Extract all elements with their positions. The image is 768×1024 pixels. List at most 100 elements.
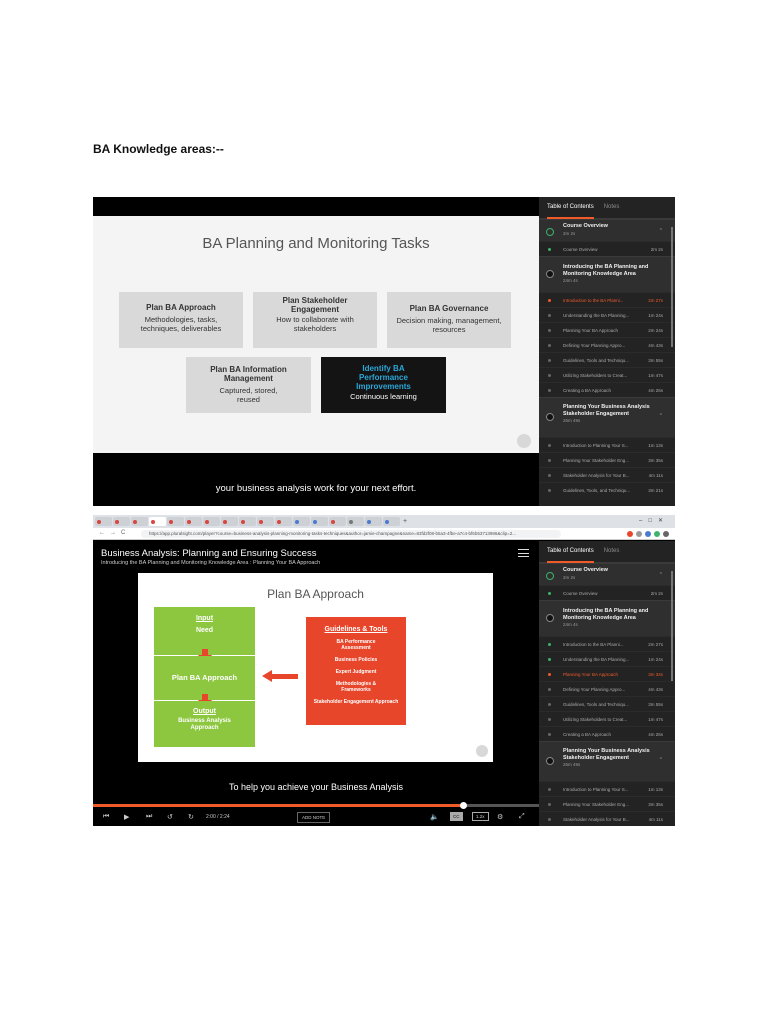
clip-item[interactable]: Introduction to Planning Your S... 1m 13s: [539, 781, 675, 796]
window-controls[interactable]: –□✕: [639, 517, 669, 524]
browser-tab[interactable]: [293, 517, 310, 526]
skip-back-icon[interactable]: ⏮: [103, 813, 109, 821]
clip-item[interactable]: Creating a BA Approach 4m 26s: [539, 726, 675, 741]
tab-table-of-contents[interactable]: Table of Contents: [547, 548, 594, 563]
play-icon[interactable]: ▶: [124, 813, 129, 821]
playback-speed-button[interactable]: 1.2x: [472, 812, 489, 821]
box-plan-ba-approach: Plan BA Approach Methodologies, tasks, t…: [119, 292, 243, 348]
document-heading: BA Knowledge areas:--: [93, 142, 224, 156]
browser-tab[interactable]: [347, 517, 364, 526]
browser-tab[interactable]: [131, 517, 148, 526]
browser-tab-bar: + –□✕: [93, 515, 675, 528]
clip-item[interactable]: Stakeholder Analysis for Your B... 4m 11s: [539, 467, 675, 482]
browser-tab-active[interactable]: [149, 517, 166, 526]
browser-tab[interactable]: [95, 517, 112, 526]
tab-notes[interactable]: Notes: [604, 548, 620, 562]
clip-item[interactable]: Course Overview 2m 2s: [539, 585, 675, 600]
browser-tab[interactable]: [221, 517, 238, 526]
browser-tab[interactable]: [185, 517, 202, 526]
favicon-icon: [385, 519, 389, 524]
toc-scrollbar[interactable]: [671, 571, 673, 681]
browser-tab[interactable]: [239, 517, 256, 526]
input-box: Input Need: [154, 607, 255, 655]
chevron-up-icon[interactable]: ⌃: [659, 757, 663, 763]
clip-item[interactable]: Stakeholder Analysis for Your B... 4m 11s: [539, 811, 675, 826]
closed-captions-button[interactable]: CC: [450, 812, 463, 821]
clip-item[interactable]: Understanding the BA Planning... 1m 24s: [539, 651, 675, 666]
clip-time: 1m 24s: [648, 313, 663, 318]
clip-item[interactable]: Guidelines, Tools and Techniqu... 3m 55s: [539, 696, 675, 711]
new-tab-button[interactable]: +: [403, 518, 407, 525]
replay-icon[interactable]: [476, 745, 488, 757]
add-note-button[interactable]: ADD NOTE: [297, 812, 331, 823]
slide-plan-ba-approach: Plan BA Approach Input Need Plan BA Appr…: [138, 573, 493, 762]
module-course-overview[interactable]: Course Overview 2m 2s ⌃: [539, 563, 675, 585]
extension-icon[interactable]: [645, 531, 651, 537]
clip-item[interactable]: Defining Your Planning Appro... 4m 43s: [539, 681, 675, 696]
fullscreen-icon[interactable]: ⤢: [519, 813, 525, 821]
tab-table-of-contents[interactable]: Table of Contents: [547, 204, 594, 219]
clip-item[interactable]: Utilizing Stakeholders to Creat... 1m 47s: [539, 367, 675, 382]
browser-nav-icons[interactable]: ←→C: [99, 530, 130, 536]
progress-thumb[interactable]: [459, 802, 467, 809]
clip-item-current[interactable]: Planning Your BA Approach 3m 34s: [539, 666, 675, 681]
extension-icon[interactable]: [654, 531, 660, 537]
rewind-10-icon[interactable]: ↺: [167, 813, 173, 821]
clip-time: 4m 11s: [648, 473, 663, 478]
menu-icon[interactable]: [518, 549, 529, 557]
box-desc: How to collaborate with stakeholders: [276, 315, 354, 333]
forward-10-icon[interactable]: ↻: [188, 813, 194, 821]
module-planning-stakeholder-engagement[interactable]: Planning Your Business Analysis Stakehol…: [539, 741, 675, 781]
table-of-contents-panel: Table of Contents Notes Course Overview …: [539, 197, 675, 506]
guideline-item: Business Policies: [334, 657, 378, 663]
table-of-contents-panel: Table of Contents Notes Course Overview …: [539, 541, 675, 826]
profile-avatar[interactable]: [663, 531, 669, 537]
clip-item[interactable]: Utilizing Stakeholders to Creat... 1m 47s: [539, 711, 675, 726]
volume-icon[interactable]: 🔈: [430, 813, 439, 821]
browser-tab[interactable]: [203, 517, 220, 526]
settings-gear-icon[interactable]: ⚙: [497, 813, 503, 821]
clip-item[interactable]: Introduction to Planning Your S... 1m 13s: [539, 437, 675, 452]
chevron-up-icon[interactable]: ⌃: [659, 572, 663, 578]
guideline-item: BA Performance Assessment: [336, 639, 376, 651]
browser-tab[interactable]: [311, 517, 328, 526]
browser-tab[interactable]: [167, 517, 184, 526]
module-course-overview[interactable]: Course Overview 2m 2s ⌃: [539, 219, 675, 241]
skip-forward-icon[interactable]: ⏭: [146, 813, 152, 821]
replay-icon[interactable]: [517, 434, 531, 448]
browser-tab[interactable]: [113, 517, 130, 526]
favicon-icon: [223, 519, 227, 524]
clip-item[interactable]: Guidelines, Tools, and Techniqu... 3m 21s: [539, 482, 675, 497]
module-introducing-ba-planning[interactable]: Introducing the BA Planning and Monitori…: [539, 256, 675, 292]
progress-bar[interactable]: [93, 802, 539, 809]
clip-item[interactable]: Planning Your BA Approach 2m 24s: [539, 322, 675, 337]
browser-tab[interactable]: [365, 517, 382, 526]
browser-tab[interactable]: [275, 517, 292, 526]
clip-item[interactable]: Planning Your Stakeholder Eng... 3m 35s: [539, 796, 675, 811]
url-field[interactable]: https://app.pluralsight.com/player?cours…: [141, 530, 561, 538]
toc-tabs: Table of Contents Notes: [539, 541, 675, 563]
clip-item[interactable]: Understanding the BA Planning... 1m 24s: [539, 307, 675, 322]
toc-scrollbar[interactable]: [671, 227, 673, 347]
box-plan-ba-governance: Plan BA Governance Decision making, mana…: [387, 292, 511, 348]
module-duration: 24m 4s: [563, 278, 578, 283]
clip-item[interactable]: Introduction to the BA Planni... 2m 27s: [539, 636, 675, 651]
clip-item[interactable]: Planning Your Stakeholder Eng... 3m 35s: [539, 452, 675, 467]
tab-notes[interactable]: Notes: [604, 204, 620, 218]
extension-icon[interactable]: [627, 531, 633, 537]
clip-item[interactable]: Course Overview 2m 2s: [539, 241, 675, 256]
clip-item[interactable]: Guidelines, Tools and Techniqu... 3m 55s: [539, 352, 675, 367]
clip-item[interactable]: Introduction to the BA Planni... 2m 27s: [539, 292, 675, 307]
clip-status-dot-icon: [548, 373, 551, 377]
browser-tab[interactable]: [383, 517, 400, 526]
favicon-icon: [169, 519, 173, 524]
clip-item[interactable]: Creating a BA Approach 4m 26s: [539, 382, 675, 397]
module-introducing-ba-planning[interactable]: Introducing the BA Planning and Monitori…: [539, 600, 675, 636]
clip-item[interactable]: Defining Your Planning Appro... 4m 43s: [539, 337, 675, 352]
chevron-up-icon[interactable]: ⌃: [659, 228, 663, 234]
browser-tab[interactable]: [329, 517, 346, 526]
browser-tab[interactable]: [257, 517, 274, 526]
chevron-up-icon[interactable]: ⌃: [659, 413, 663, 419]
extension-icon[interactable]: [636, 531, 642, 537]
module-planning-stakeholder-engagement[interactable]: Planning Your Business Analysis Stakehol…: [539, 397, 675, 437]
